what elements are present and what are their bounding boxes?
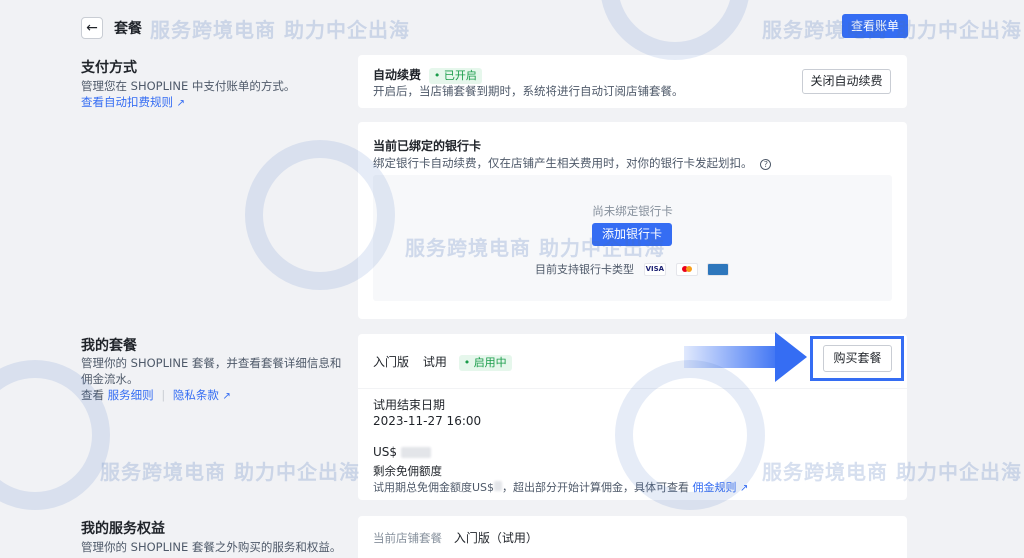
watermark-text: 服务跨境电商 助力中企出海 xyxy=(150,18,410,42)
free-quota-desc-row: 试用期总免佣金额度US$ ，超出部分开始计算佣金，具体可查看 佣金规则 ↗ xyxy=(373,479,748,495)
plan-header-row: 入门版 试用 启用中 xyxy=(373,353,512,371)
free-quota-desc2: ，超出部分开始计算佣金，具体可查看 xyxy=(502,481,690,494)
close-auto-renew-button[interactable]: 关闭自动续费 xyxy=(802,69,891,94)
watermark-logo-icon xyxy=(600,0,750,60)
back-arrow-icon[interactable]: ← xyxy=(81,17,103,39)
currency-row: US$ xyxy=(373,445,431,459)
plan-links-row: 查看 服务细则 | 隐私条款 ↗ xyxy=(81,387,343,405)
payment-desc-text: 管理您在 SHOPLINE 中支付账单的方式。 xyxy=(81,79,296,93)
bank-card-card: 当前已绑定的银行卡 绑定银行卡自动续费，仅在店铺产生相关费用时，对你的银行卡发起… xyxy=(358,122,907,319)
payment-section-title: 支付方式 xyxy=(81,60,137,76)
no-card-text: 尚未绑定银行卡 xyxy=(592,204,673,218)
external-link-icon: ↗ xyxy=(176,98,186,109)
external-link-icon: ↗ xyxy=(740,483,749,494)
view-bill-button[interactable]: 查看账单 xyxy=(842,14,908,38)
auto-deduct-rules-label[interactable]: 查看自动扣费规则 xyxy=(81,95,173,109)
auto-deduct-rules-link[interactable]: 查看自动扣费规则 ↗ xyxy=(81,94,351,112)
privacy-terms-link[interactable]: 隐私条款 xyxy=(173,388,219,402)
plan-trial-label: 试用 xyxy=(422,355,447,369)
current-plan-value: 入门版（试用） xyxy=(453,531,538,545)
auto-renew-row: 自动续费 已开启 xyxy=(373,66,482,84)
services-section-title: 我的服务权益 xyxy=(81,521,165,537)
bank-card-empty-panel: 尚未绑定银行卡 添加银行卡 目前支持银行卡类型 VISA xyxy=(373,175,892,301)
auto-renew-status-badge: 已开启 xyxy=(428,68,482,84)
link-separator: | xyxy=(161,388,166,402)
plan-divider xyxy=(358,388,907,389)
services-section-desc: 管理你的 SHOPLINE 套餐之外购买的服务和权益。 xyxy=(81,540,342,554)
external-link-icon: ↗ xyxy=(222,391,231,402)
help-icon[interactable]: ? xyxy=(760,159,772,170)
amex-icon xyxy=(707,263,730,276)
free-quota-desc: 试用期总免佣金额度US$ xyxy=(373,481,495,494)
services-card: 当前店铺套餐 入门版（试用） xyxy=(358,516,907,558)
visa-icon: VISA xyxy=(643,263,666,276)
supported-card-types-row: 目前支持银行卡类型 VISA xyxy=(535,261,730,277)
mastercard-icon xyxy=(675,263,698,276)
annotation-arrow-shaft xyxy=(684,346,784,368)
plan-status-badge: 启用中 xyxy=(458,355,512,371)
auto-renew-label: 自动续费 xyxy=(373,68,422,82)
bank-card-desc: 绑定银行卡自动续费，仅在店铺产生相关费用时，对你的银行卡发起划扣。 xyxy=(373,156,753,170)
redacted-quota xyxy=(494,481,503,491)
auto-renew-desc: 开启后，当店铺套餐到期时，系统将进行自动订阅店铺套餐。 xyxy=(373,84,684,98)
payment-section-desc: 管理您在 SHOPLINE 中支付账单的方式。 查看自动扣费规则 ↗ xyxy=(81,78,351,112)
annotation-arrow-icon xyxy=(775,332,807,382)
current-plan-row: 当前店铺套餐 入门版（试用） xyxy=(373,529,538,546)
plan-desc-text: 管理你的 SHOPLINE 套餐，并查看套餐详细信息和佣金流水。 xyxy=(81,356,342,386)
add-bank-card-button[interactable]: 添加银行卡 xyxy=(592,223,672,246)
supported-types-label: 目前支持银行卡类型 xyxy=(535,263,634,276)
plan-view-prefix: 查看 xyxy=(81,388,104,402)
trial-end-label: 试用结束日期 xyxy=(373,398,446,412)
currency-label: US$ xyxy=(373,445,398,459)
annotation-highlight-box xyxy=(810,336,904,381)
commission-rules-link[interactable]: 佣金规则 xyxy=(693,481,737,494)
bank-card-title: 当前已绑定的银行卡 xyxy=(373,139,482,153)
plan-section-title: 我的套餐 xyxy=(81,338,137,354)
plan-section-desc: 管理你的 SHOPLINE 套餐，并查看套餐详细信息和佣金流水。 查看 服务细则… xyxy=(81,355,343,405)
page-title: 套餐 xyxy=(114,21,142,37)
bank-card-desc-row: 绑定银行卡自动续费，仅在店铺产生相关费用时，对你的银行卡发起划扣。 ? xyxy=(373,155,772,171)
plan-name: 入门版 xyxy=(373,355,410,369)
redacted-amount xyxy=(400,447,431,458)
trial-end-value: 2023-11-27 16:00 xyxy=(373,414,482,428)
current-plan-label: 当前店铺套餐 xyxy=(373,531,442,545)
auto-renew-card: 自动续费 已开启 开启后，当店铺套餐到期时，系统将进行自动订阅店铺套餐。 关闭自… xyxy=(358,55,907,108)
free-quota-label: 剩余免佣额度 xyxy=(373,464,442,478)
service-terms-link[interactable]: 服务细则 xyxy=(108,388,154,402)
watermark-text: 服务跨境电商 助力中企出海 xyxy=(100,460,360,484)
